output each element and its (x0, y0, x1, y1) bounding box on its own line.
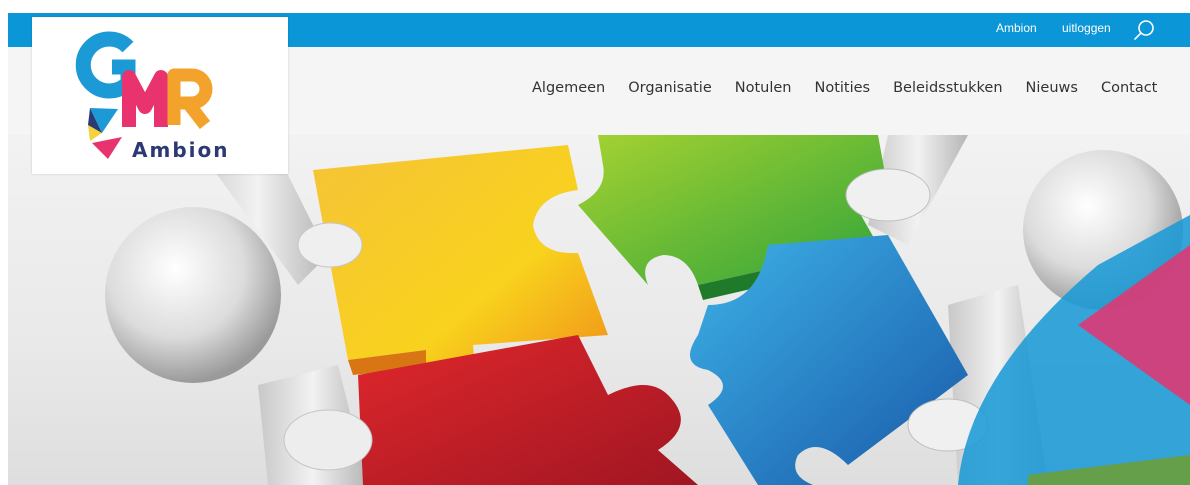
search-icon[interactable] (1133, 18, 1157, 42)
nav-item-beleidsstukken[interactable]: Beleidsstukken (893, 80, 1002, 96)
logout-link[interactable]: uitloggen (1062, 21, 1111, 35)
ambion-link[interactable]: Ambion (996, 21, 1037, 35)
nav-item-notities[interactable]: Notities (814, 80, 870, 96)
logo-subtitle: Ambion (132, 138, 229, 162)
figure-hand (283, 409, 373, 471)
figure-hand (297, 222, 363, 268)
nav-item-organisatie[interactable]: Organisatie (628, 80, 712, 96)
main-nav: Algemeen Organisatie Notulen Notities Be… (532, 80, 1157, 96)
figure-head (105, 207, 281, 383)
gmr-ambion-logo: Ambion (75, 31, 229, 162)
nav-item-nieuws[interactable]: Nieuws (1026, 80, 1078, 96)
hero-banner (8, 135, 1190, 485)
nav-item-notulen[interactable]: Notulen (735, 80, 792, 96)
figure-hand (845, 168, 931, 222)
puzzle-hero-image (105, 135, 1190, 485)
site-logo[interactable]: Ambion (32, 17, 288, 174)
nav-item-contact[interactable]: Contact (1101, 80, 1157, 96)
nav-item-algemeen[interactable]: Algemeen (532, 80, 605, 96)
